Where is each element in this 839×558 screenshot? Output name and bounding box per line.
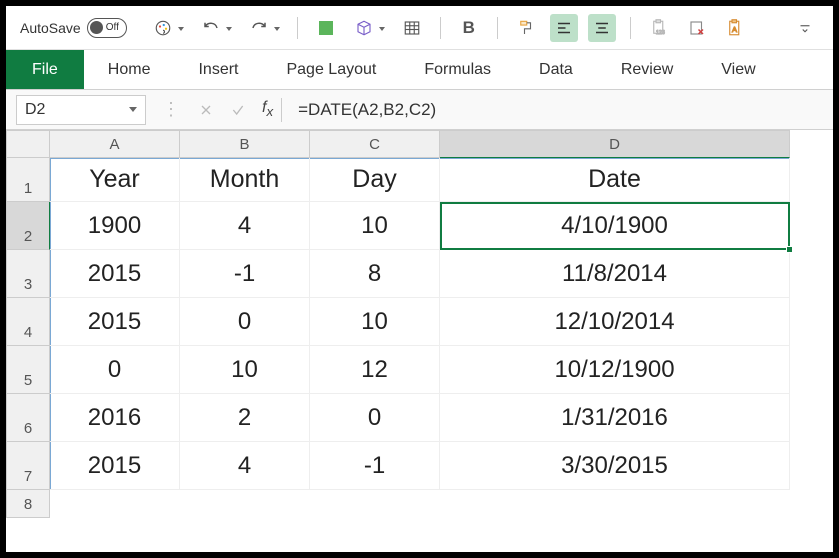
cell-a6[interactable]: 2016 — [50, 394, 180, 442]
clipboard-font-icon[interactable]: A — [721, 14, 749, 42]
redo-button[interactable] — [245, 14, 273, 42]
cell-d4[interactable]: 12/10/2014 — [440, 298, 790, 346]
cell-a1[interactable]: Year — [50, 158, 180, 202]
cell-c4[interactable]: 10 — [310, 298, 440, 346]
cell-b3[interactable]: -1 — [180, 250, 310, 298]
overflow-button[interactable] — [791, 14, 819, 42]
switch-knob — [90, 21, 103, 34]
excel-window: AutoSave Off B — [6, 6, 833, 552]
cells-area[interactable]: Year Month Day Date 1900 4 10 4/10/1900 … — [50, 158, 790, 518]
cell-c3[interactable]: 8 — [310, 250, 440, 298]
undo-button[interactable] — [197, 14, 225, 42]
cell-d6[interactable]: 1/31/2016 — [440, 394, 790, 442]
fx-icon[interactable]: fx — [262, 99, 273, 119]
chevron-down-icon — [129, 107, 137, 112]
row-header-5[interactable]: 5 — [6, 346, 50, 394]
cell-c7[interactable]: -1 — [310, 442, 440, 490]
toolbar-divider — [630, 17, 631, 39]
toolbar-divider — [497, 17, 498, 39]
cell-b6[interactable]: 2 — [180, 394, 310, 442]
tab-insert[interactable]: Insert — [174, 50, 262, 89]
cell-c6[interactable]: 0 — [310, 394, 440, 442]
cell-d5[interactable]: 10/12/1900 — [440, 346, 790, 394]
spreadsheet-grid: A B C D 1 2 3 4 5 6 7 8 Year Month — [6, 130, 833, 518]
row-header-3[interactable]: 3 — [6, 250, 50, 298]
row-header-8[interactable]: 8 — [6, 490, 50, 518]
cell-a7[interactable]: 2015 — [50, 442, 180, 490]
autosave-toggle[interactable]: AutoSave Off — [20, 18, 127, 38]
col-header-d[interactable]: D — [440, 130, 790, 158]
formula-input[interactable]: =DATE(A2,B2,C2) — [298, 100, 436, 120]
autosave-switch[interactable]: Off — [87, 18, 127, 38]
col-header-c[interactable]: C — [310, 130, 440, 158]
cell-c2[interactable]: 10 — [310, 202, 440, 250]
tab-review[interactable]: Review — [597, 50, 697, 89]
toolbar-divider — [297, 17, 298, 39]
table-icon[interactable] — [398, 14, 426, 42]
ribbon-tabs: File Home Insert Page Layout Formulas Da… — [6, 50, 833, 90]
cell-d3[interactable]: 11/8/2014 — [440, 250, 790, 298]
cell-b7[interactable]: 4 — [180, 442, 310, 490]
name-box[interactable]: D2 — [16, 95, 146, 125]
cell-c5[interactable]: 12 — [310, 346, 440, 394]
3d-model-icon[interactable] — [350, 14, 378, 42]
cell-a4[interactable]: 2015 — [50, 298, 180, 346]
tab-view[interactable]: View — [697, 50, 779, 89]
autosave-state: Off — [106, 22, 119, 33]
delete-sheet-icon[interactable] — [683, 14, 711, 42]
cell-b1[interactable]: Month — [180, 158, 310, 202]
separator-icon: ⋮ — [162, 99, 180, 120]
row-header-7[interactable]: 7 — [6, 442, 50, 490]
cancel-formula-button[interactable] — [190, 102, 222, 118]
accept-formula-button[interactable] — [222, 102, 254, 118]
autosave-label: AutoSave — [20, 20, 81, 36]
name-box-value: D2 — [25, 101, 129, 119]
cell-d1[interactable]: Date — [440, 158, 790, 202]
tab-formulas[interactable]: Formulas — [400, 50, 515, 89]
tab-page-layout[interactable]: Page Layout — [262, 50, 400, 89]
formula-bar: D2 ⋮ fx =DATE(A2,B2,C2) — [6, 90, 833, 130]
svg-text:123: 123 — [656, 30, 665, 36]
cell-b5[interactable]: 10 — [180, 346, 310, 394]
row-header-1[interactable]: 1 — [6, 158, 50, 202]
quick-access-toolbar: AutoSave Off B — [6, 6, 833, 50]
cell-c1[interactable]: Day — [310, 158, 440, 202]
align-left-button[interactable] — [550, 14, 578, 42]
svg-text:A: A — [732, 24, 737, 33]
cell-b4[interactable]: 0 — [180, 298, 310, 346]
fill-color-button[interactable] — [312, 14, 340, 42]
tab-file[interactable]: File — [6, 50, 84, 89]
row-header-6[interactable]: 6 — [6, 394, 50, 442]
col-header-a[interactable]: A — [50, 130, 180, 158]
row-header-2[interactable]: 2 — [6, 202, 50, 250]
cell-a5[interactable]: 0 — [50, 346, 180, 394]
fill-handle[interactable] — [786, 246, 793, 253]
cell-d7[interactable]: 3/30/2015 — [440, 442, 790, 490]
row-headers: 1 2 3 4 5 6 7 8 — [6, 158, 50, 518]
tab-data[interactable]: Data — [515, 50, 597, 89]
cell-a2[interactable]: 1900 — [50, 202, 180, 250]
cell-b2[interactable]: 4 — [180, 202, 310, 250]
select-all-corner[interactable] — [6, 130, 50, 158]
bold-button[interactable]: B — [455, 14, 483, 42]
cell-a3[interactable]: 2015 — [50, 250, 180, 298]
paste-values-icon[interactable]: 123 — [645, 14, 673, 42]
column-headers: A B C D — [50, 130, 790, 158]
format-painter-icon[interactable] — [512, 14, 540, 42]
col-header-b[interactable]: B — [180, 130, 310, 158]
align-center-button[interactable] — [588, 14, 616, 42]
cell-d2[interactable]: 4/10/1900 — [440, 202, 790, 250]
row-header-4[interactable]: 4 — [6, 298, 50, 346]
tab-home[interactable]: Home — [84, 50, 175, 89]
toolbar-divider — [440, 17, 441, 39]
palette-icon[interactable] — [149, 14, 177, 42]
